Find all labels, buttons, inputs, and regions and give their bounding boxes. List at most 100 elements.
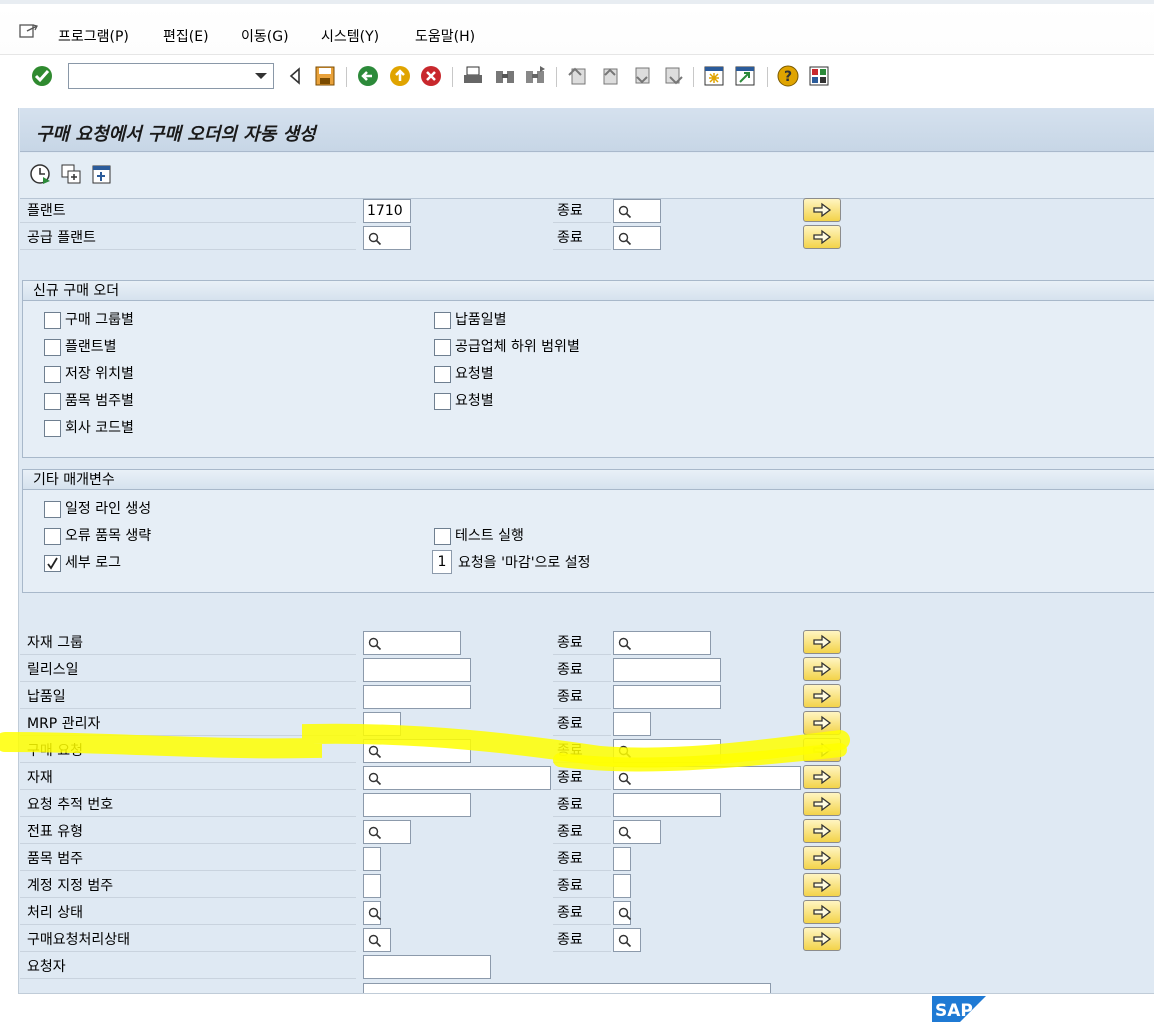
close-requisition-label: 요청을 '마감'으로 설정 [458, 555, 591, 571]
search-icon [368, 636, 382, 658]
selection-field-to-input[interactable] [613, 658, 721, 682]
find-next-icon[interactable] [522, 63, 548, 89]
by-item-category-checkbox[interactable] [44, 393, 61, 410]
print-icon[interactable] [460, 63, 486, 89]
supplying-plant-to-input[interactable] [613, 226, 661, 250]
selection-field-from-input[interactable] [363, 793, 471, 817]
skip-error-items-checkbox[interactable] [44, 528, 61, 545]
multiple-selection-button[interactable] [803, 846, 841, 870]
arrow-right-icon [813, 688, 832, 704]
selection-field-from-input[interactable] [363, 928, 391, 952]
by-purchasing-group-label: 구매 그룹별 [65, 312, 134, 328]
layout-menu-icon[interactable] [806, 63, 832, 89]
by-supplier-subrange-checkbox[interactable] [434, 339, 451, 356]
selection-field-from-input[interactable] [363, 901, 382, 928]
menu-edit[interactable]: 편집(E) [163, 26, 209, 46]
menu-system[interactable]: 시스템(Y) [321, 26, 379, 46]
execute-clock-icon[interactable] [30, 163, 52, 189]
by-company-code-label: 회사 코드별 [65, 420, 134, 436]
multiple-selection-button[interactable] [803, 927, 841, 951]
supplying-plant-from-input[interactable] [363, 226, 411, 250]
first-page-icon[interactable] [565, 63, 591, 89]
selection-field-from-input[interactable] [363, 847, 381, 871]
plant-from-input[interactable]: 1710 [363, 199, 411, 223]
save-icon[interactable] [312, 63, 338, 89]
command-field[interactable] [68, 63, 274, 89]
selection-field-label: 요청자 [20, 955, 356, 979]
selection-field-from-input[interactable] [363, 955, 491, 979]
help-icon[interactable]: ? [775, 63, 801, 89]
content-bottom-border [18, 993, 1154, 994]
search-icon [368, 906, 382, 928]
arrow-right-icon [813, 202, 832, 218]
by-supplier-subrange-label: 공급업체 하위 범위별 [455, 339, 580, 355]
by-plant-checkbox[interactable] [44, 339, 61, 356]
schedule-line-checkbox[interactable] [44, 501, 61, 518]
selection-field-from-input[interactable] [363, 658, 471, 682]
close-requisition-value: 1 [437, 554, 447, 570]
arrow-right-icon [813, 823, 832, 839]
test-run-checkbox[interactable] [434, 528, 451, 545]
get-variant-icon[interactable] [60, 163, 82, 189]
new-session-icon[interactable] [701, 63, 727, 89]
menu-help[interactable]: 도움말(H) [415, 26, 475, 46]
multiple-selection-button[interactable] [803, 657, 841, 681]
checkmark-icon [47, 557, 58, 570]
selection-field-to-input[interactable] [613, 847, 631, 871]
selection-field-to-input[interactable] [613, 685, 721, 709]
supplying-plant-multiple-selection-button[interactable] [803, 225, 841, 249]
selection-field-to-input[interactable] [613, 631, 711, 655]
previous-page-icon[interactable] [597, 63, 623, 89]
multiple-selection-button[interactable] [803, 873, 841, 897]
menu-toggle-icon[interactable] [18, 22, 40, 44]
selection-field-from-input[interactable] [363, 874, 381, 898]
multiple-selection-button[interactable] [803, 819, 841, 843]
by-requisition-checkbox[interactable] [434, 366, 451, 383]
close-requisition-input[interactable]: 1 [432, 550, 452, 574]
exit-icon[interactable] [387, 63, 413, 89]
back-triangle-icon[interactable] [282, 63, 308, 89]
shortcut-icon[interactable] [732, 63, 758, 89]
selection-field-from-input[interactable] [363, 983, 771, 993]
by-requisition-checkbox-2[interactable] [434, 393, 451, 410]
next-page-icon[interactable] [629, 63, 655, 89]
selection-field-to-input[interactable] [613, 928, 641, 952]
selection-field-from-input[interactable] [363, 820, 411, 844]
find-icon[interactable] [492, 63, 518, 89]
by-company-code-checkbox[interactable] [44, 420, 61, 437]
selection-field-from-input[interactable] [363, 631, 461, 655]
multiple-selection-button[interactable] [803, 684, 841, 708]
plant-to-label: 종료 [553, 199, 611, 223]
menu-goto[interactable]: 이동(G) [241, 26, 289, 46]
yellow-highlight-mark [0, 723, 850, 772]
selection-field-to-input[interactable] [613, 901, 632, 925]
toolbar-separator [693, 67, 694, 87]
back-icon[interactable] [355, 63, 381, 89]
multiple-selection-button[interactable] [803, 792, 841, 816]
plant-multiple-selection-button[interactable] [803, 198, 841, 222]
detail-log-checkbox[interactable] [44, 555, 61, 572]
selection-field-to-input[interactable] [613, 820, 661, 844]
search-icon [618, 204, 632, 226]
search-icon [618, 933, 632, 955]
add-selection-icon[interactable] [90, 163, 112, 189]
plant-label: 플랜트 [20, 199, 356, 223]
multiple-selection-button[interactable] [803, 630, 841, 654]
selection-field-label: 품목 범주 [20, 847, 356, 871]
toolbar-separator [556, 67, 557, 87]
selection-field-to-label: 종료 [553, 847, 611, 871]
selection-field-to-input[interactable] [613, 793, 721, 817]
by-purchasing-group-checkbox[interactable] [44, 312, 61, 329]
new-po-group-title: 신규 구매 오더 [23, 281, 1154, 301]
enter-check-icon[interactable] [29, 63, 55, 89]
cancel-icon[interactable] [418, 63, 444, 89]
chevron-down-icon[interactable] [255, 73, 267, 79]
by-delivery-date-checkbox[interactable] [434, 312, 451, 329]
by-storage-location-checkbox[interactable] [44, 366, 61, 383]
plant-to-input[interactable] [613, 199, 661, 223]
selection-field-from-input[interactable] [363, 685, 471, 709]
menu-program[interactable]: 프로그램(P) [58, 26, 129, 46]
selection-field-to-input[interactable] [613, 874, 631, 898]
last-page-icon[interactable] [660, 63, 686, 89]
multiple-selection-button[interactable] [803, 900, 841, 924]
